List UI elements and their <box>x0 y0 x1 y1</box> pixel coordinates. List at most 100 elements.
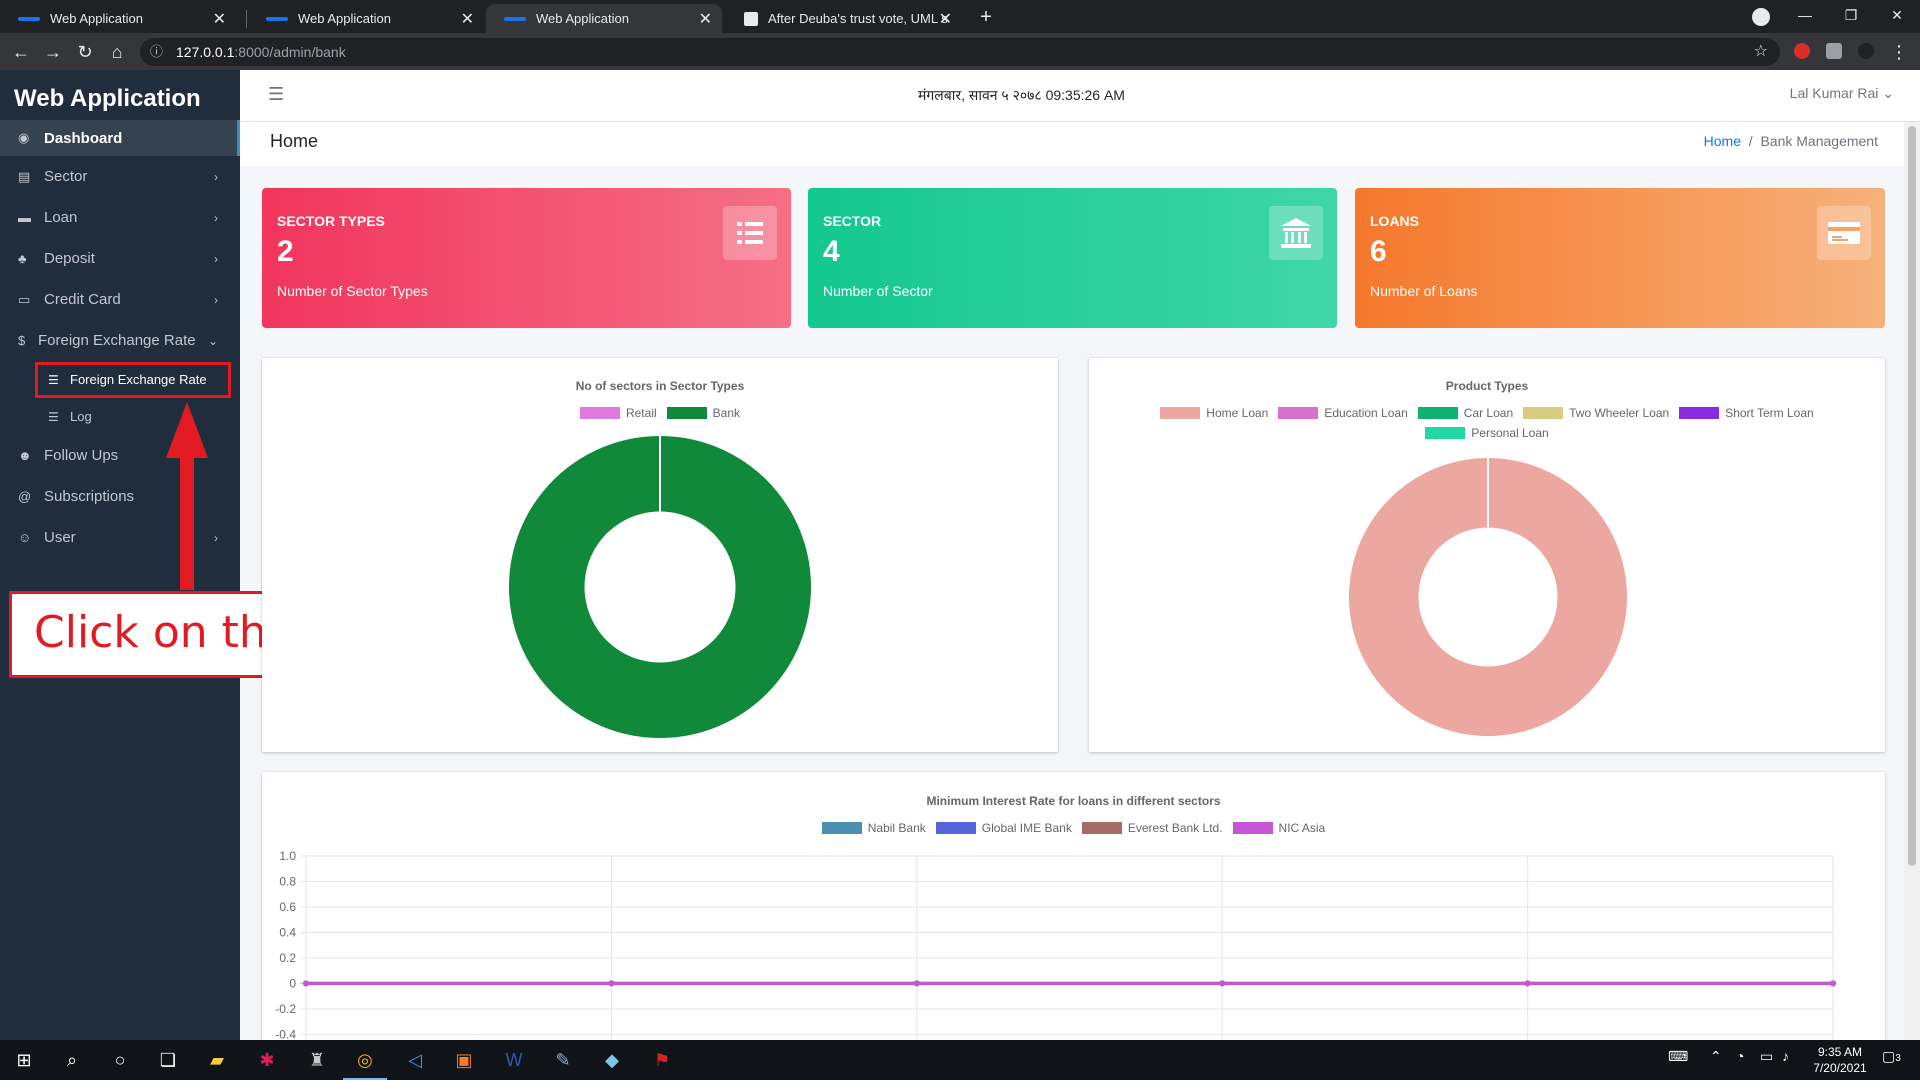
legend-item[interactable]: Bank <box>666 406 740 420</box>
legend-item[interactable]: NIC Asia <box>1232 821 1325 835</box>
annotation-arrow-head <box>166 402 208 458</box>
at-icon: @ <box>18 489 32 504</box>
browser-tab[interactable]: Web Application ✕ <box>0 4 236 33</box>
chart-card-interest-rates: Minimum Interest Rate for loans in diffe… <box>262 772 1885 1040</box>
xampp-icon[interactable]: ▣ <box>452 1048 476 1072</box>
legend-item[interactable]: Nabil Bank <box>821 821 926 835</box>
y-tick-label: 0.6 <box>279 900 296 914</box>
app-icon[interactable]: ✎ <box>551 1048 575 1072</box>
tab-title: Web Application <box>50 11 143 26</box>
search-icon[interactable]: ⌕ <box>60 1048 84 1072</box>
slack-icon[interactable]: ✱ <box>255 1048 279 1072</box>
acrobat-icon[interactable]: ⚑ <box>650 1048 674 1072</box>
notifications-icon[interactable]: ▢3 <box>1882 1048 1901 1065</box>
legend-item[interactable]: Everest Bank Ltd. <box>1081 821 1223 835</box>
sidebar-item-loan[interactable]: ▬ Loan › <box>0 197 240 238</box>
doughnut-chart[interactable] <box>1347 456 1629 738</box>
chrome-icon[interactable]: ◎ <box>353 1048 377 1072</box>
sidebar-item-foreign-exchange-rate[interactable]: $ Foreign Exchange Rate ⌄ <box>0 320 240 361</box>
reload-icon[interactable]: ↻ <box>72 39 98 65</box>
taskbar-clock[interactable]: 9:35 AM 7/20/2021 <box>1800 1044 1880 1076</box>
infobox-loans[interactable]: LOANS 6 Number of Loans <box>1355 188 1885 328</box>
legend-item[interactable]: Global IME Bank <box>935 821 1072 835</box>
close-tab-icon[interactable]: ✕ <box>213 9 226 29</box>
content-header: Home Home / Bank Management <box>240 122 1920 166</box>
word-icon[interactable]: W <box>502 1048 526 1072</box>
sidebar-item-label: Dashboard <box>44 129 123 147</box>
infobox-title: SECTOR <box>823 213 882 229</box>
close-tab-icon[interactable]: ✕ <box>699 9 712 29</box>
infobox-sector[interactable]: SECTOR 4 Number of Sector <box>808 188 1337 328</box>
breadcrumb-home-link[interactable]: Home <box>1704 133 1741 149</box>
data-point <box>1219 980 1226 987</box>
tab-divider <box>246 10 247 28</box>
extension-icon[interactable] <box>1794 43 1810 59</box>
chevron-right-icon: › <box>214 292 218 307</box>
windows-start-icon[interactable]: ⊞ <box>12 1048 36 1072</box>
app-icon[interactable]: ♜ <box>305 1048 329 1072</box>
sidebar-item-deposit[interactable]: ♣ Deposit › <box>0 238 240 279</box>
sidebar-item-subscriptions[interactable]: @ Subscriptions <box>0 476 240 517</box>
task-view-icon[interactable]: ❏ <box>156 1048 180 1072</box>
restore-icon[interactable]: ❐ <box>1826 0 1876 33</box>
kebab-menu-icon[interactable]: ⋮ <box>1886 39 1912 65</box>
page-scrollbar[interactable] <box>1904 122 1920 1040</box>
legend-item[interactable]: Car Loan <box>1417 406 1513 420</box>
annotation-arrow-shaft <box>180 454 194 590</box>
back-arrow-icon[interactable]: ← <box>8 39 34 65</box>
infobox-number: 6 <box>1370 235 1387 268</box>
sidebar-item-sector[interactable]: ▤ Sector › <box>0 156 240 197</box>
new-tab-button[interactable]: + <box>972 6 1000 30</box>
sidebar-item-dashboard[interactable]: ◉ Dashboard <box>0 120 240 156</box>
browser-tab-active[interactable]: Web Application ✕ <box>486 4 722 33</box>
legend-item[interactable]: Retail <box>579 406 657 420</box>
url-input[interactable]: ⓘ 127.0.0.1:8000/admin/bank ☆ <box>140 38 1780 66</box>
infobox-number: 2 <box>277 235 294 268</box>
tab-search-icon[interactable] <box>1752 8 1770 26</box>
breadcrumb: Home / Bank Management <box>1704 133 1878 149</box>
browser-tab[interactable]: Web Application ✕ <box>248 4 484 33</box>
home-icon[interactable]: ⌂ <box>104 39 130 65</box>
credit-card-icon <box>1817 206 1871 260</box>
infobox-sector-types[interactable]: SECTOR TYPES 2 Number of Sector Types <box>262 188 791 328</box>
legend-item[interactable]: Personal Loan <box>1425 426 1549 440</box>
chevron-up-icon[interactable]: ⌃ <box>1710 1048 1722 1065</box>
minimize-icon[interactable]: — <box>1780 0 1830 33</box>
sidebar-item-label: Subscriptions <box>44 488 135 505</box>
line-chart[interactable]: 1.0 0.8 0.6 0.4 0.2 0 -0.2 -0.4 <box>262 842 1885 1040</box>
info-icon[interactable]: ⓘ <box>150 38 163 66</box>
hamburger-menu-icon[interactable]: ☰ <box>268 84 284 105</box>
legend-item[interactable]: Education Loan <box>1278 406 1408 420</box>
puzzle-extensions-icon[interactable] <box>1826 43 1842 59</box>
app-icon[interactable]: ◆ <box>600 1048 624 1072</box>
vscode-icon[interactable]: ◁ <box>403 1048 427 1072</box>
legend-label: Personal Loan <box>1471 426 1549 440</box>
legend-item[interactable]: Two Wheeler Loan <box>1523 406 1669 420</box>
sidebar-item-user[interactable]: ☺ User › <box>0 517 240 558</box>
keyboard-icon[interactable]: ⌨ <box>1668 1048 1688 1065</box>
close-tab-icon[interactable]: ✕ <box>461 9 474 29</box>
cortana-icon[interactable]: ○ <box>108 1048 132 1072</box>
legend-swatch <box>1523 407 1564 419</box>
deposit-icon: ♣ <box>18 251 27 266</box>
wifi-icon[interactable]: ◔ <box>1736 1048 1744 1064</box>
legend-item[interactable]: Short Term Loan <box>1679 406 1814 420</box>
close-tab-icon[interactable]: ✕ <box>939 9 952 29</box>
brand-title[interactable]: Web Application <box>0 70 240 120</box>
bookmark-star-icon[interactable]: ☆ <box>1754 38 1768 66</box>
volume-icon[interactable]: ♪ <box>1782 1048 1789 1064</box>
battery-icon[interactable]: ▭ <box>1760 1048 1773 1065</box>
browser-tab[interactable]: After Deuba's trust vote, UML se ✕ <box>726 4 962 33</box>
sidebar-item-credit-card[interactable]: ▭ Credit Card › <box>0 279 240 320</box>
legend-item[interactable]: Home Loan <box>1160 406 1268 420</box>
profile-avatar-icon[interactable] <box>1858 43 1874 59</box>
chart-card-sector-types: No of sectors in Sector Types Retail Ban… <box>262 358 1058 752</box>
user-dropdown[interactable]: Lal Kumar Rai ⌄ <box>1790 85 1894 102</box>
forward-arrow-icon[interactable]: → <box>40 39 66 65</box>
scrollbar-thumb[interactable] <box>1908 126 1916 866</box>
close-window-icon[interactable]: ✕ <box>1872 0 1920 33</box>
legend-label: Home Loan <box>1206 406 1269 420</box>
file-explorer-icon[interactable]: ▰ <box>205 1048 229 1072</box>
doughnut-chart[interactable] <box>507 434 813 740</box>
infobox-desc: Number of Sector <box>823 283 933 299</box>
